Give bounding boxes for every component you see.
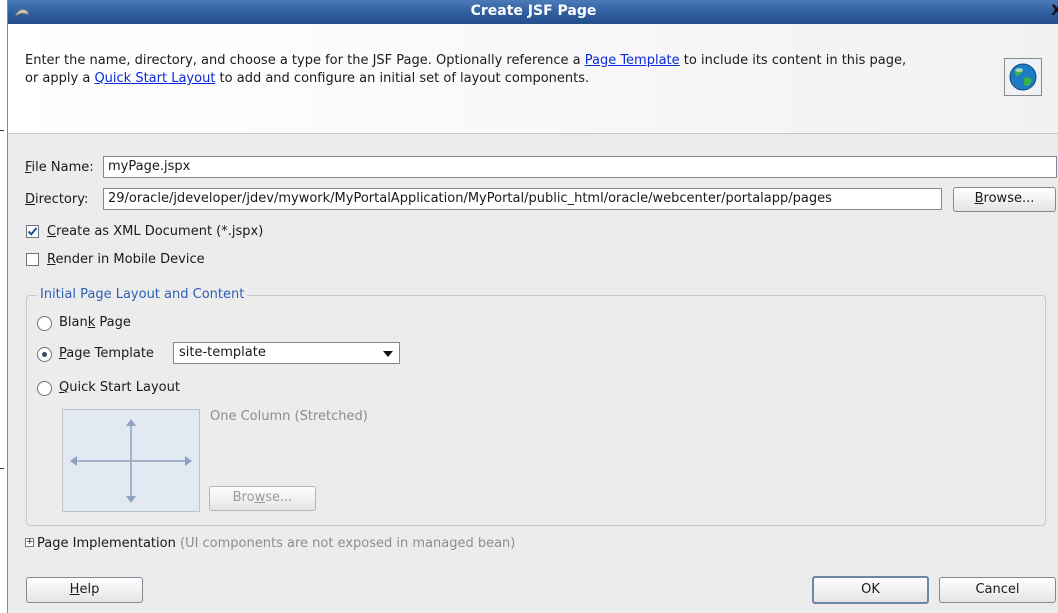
- create-xml-label[interactable]: Create as XML Document (*.jspx): [47, 224, 263, 239]
- render-mobile-label[interactable]: Render in Mobile Device: [47, 252, 205, 267]
- header-description: Enter the name, directory, and choose a …: [25, 52, 1005, 88]
- directory-label: Directory:: [25, 192, 89, 207]
- layout-name: One Column (Stretched): [210, 409, 368, 424]
- quick-start-label[interactable]: Quick Start Layout: [59, 380, 180, 395]
- desc-text-1: Enter the name, directory, and choose a …: [25, 53, 585, 68]
- page-template-label[interactable]: Page Template: [59, 346, 154, 361]
- page-template-link[interactable]: Page Template: [585, 53, 680, 68]
- file-name-input[interactable]: myPage.jspx: [103, 156, 1057, 178]
- ok-button[interactable]: OK: [812, 576, 929, 604]
- blank-page-radio[interactable]: [37, 316, 52, 331]
- dialog-header: Enter the name, directory, and choose a …: [8, 24, 1058, 134]
- globe-icon: [1004, 58, 1042, 96]
- layout-browse-button[interactable]: Browse...: [209, 486, 316, 511]
- close-icon[interactable]: X: [1051, 3, 1058, 19]
- quick-start-layout-link[interactable]: Quick Start Layout: [94, 71, 215, 86]
- edge-mark: [0, 468, 4, 469]
- edge-mark: [0, 130, 4, 131]
- create-xml-checkbox[interactable]: [26, 225, 39, 238]
- render-mobile-checkbox[interactable]: [26, 253, 39, 266]
- page-template-radio[interactable]: [37, 347, 52, 362]
- file-name-label: File Name:: [25, 160, 94, 175]
- cancel-button[interactable]: Cancel: [939, 577, 1056, 603]
- page-template-select[interactable]: site-template: [173, 342, 400, 364]
- desc-text-2: to include its content in this page,: [679, 53, 907, 68]
- dialog-title: Create JSF Page: [470, 3, 597, 19]
- dropdown-arrow-icon: [383, 351, 393, 357]
- directory-input[interactable]: 29/oracle/jdeveloper/jdev/mywork/MyPorta…: [103, 188, 942, 210]
- layout-preview-image: [62, 409, 200, 512]
- desc-text-3: or apply a: [25, 71, 95, 86]
- radio-selected-dot: [42, 352, 47, 357]
- blank-page-label[interactable]: Blank Page: [59, 315, 131, 330]
- browse-button[interactable]: Browse...: [953, 187, 1056, 212]
- create-jsf-page-dialog: Create JSF Page X Enter the name, direct…: [7, 0, 1058, 613]
- quick-start-radio[interactable]: [37, 381, 52, 396]
- help-button[interactable]: Help: [26, 577, 143, 603]
- page-template-selected-value: site-template: [179, 345, 266, 360]
- checkmark-icon: [27, 227, 38, 236]
- page-implementation-header[interactable]: Page Implementation (UI components are n…: [37, 536, 515, 551]
- desc-text-4: to add and configure an initial set of l…: [215, 71, 590, 86]
- group-legend: Initial Page Layout and Content: [37, 287, 248, 302]
- expand-plus-icon[interactable]: +: [25, 538, 34, 547]
- title-bar[interactable]: Create JSF Page X: [8, 0, 1058, 25]
- stretch-arrows-icon: [70, 419, 192, 503]
